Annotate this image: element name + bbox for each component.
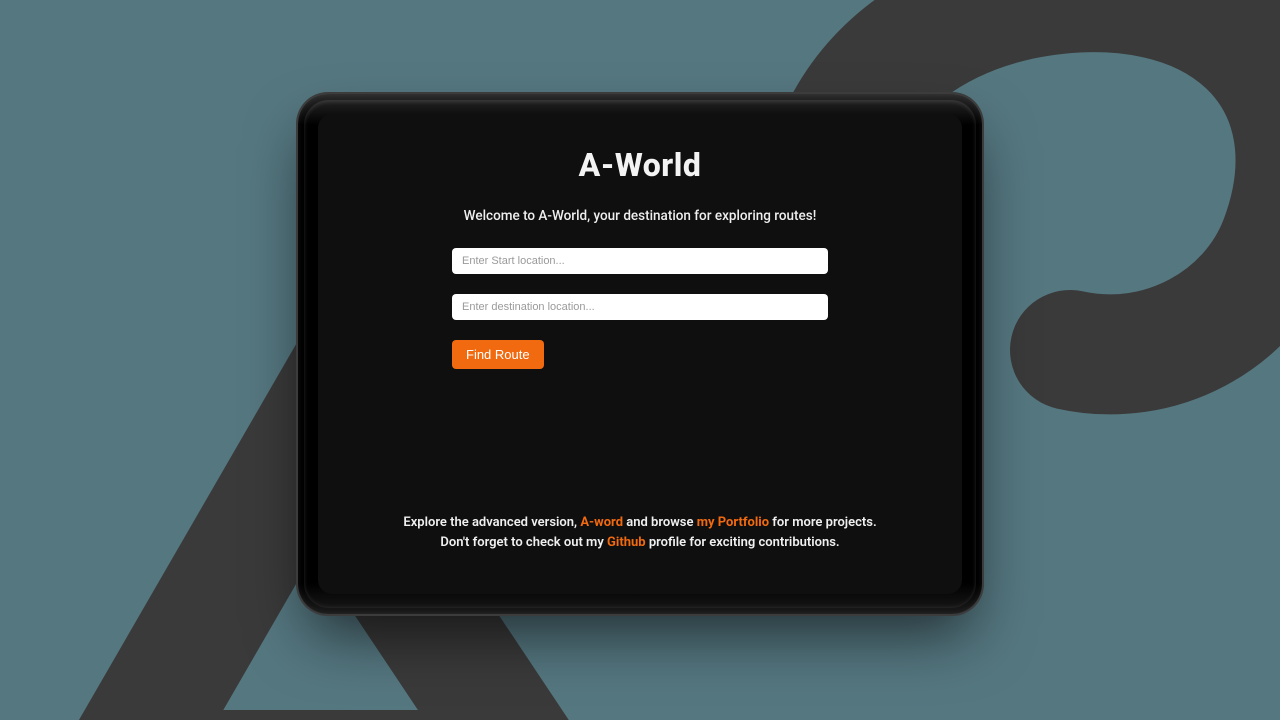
destination-location-input[interactable] (452, 294, 828, 320)
app-screen: A-World Welcome to A-World, your destina… (318, 114, 962, 594)
page-subtitle: Welcome to A-World, your destination for… (464, 208, 817, 224)
find-route-button[interactable]: Find Route (452, 340, 544, 369)
start-location-input[interactable] (452, 248, 828, 274)
footer-text-segment: and browse (623, 515, 697, 530)
link-aword[interactable]: A-word (580, 515, 623, 530)
link-github[interactable]: Github (607, 535, 646, 550)
footer-text-segment: for more projects. (769, 515, 877, 530)
page-title: A-World (579, 146, 702, 184)
footer-text-segment: Don't forget to check out my (440, 535, 607, 550)
tablet-frame: A-World Welcome to A-World, your destina… (298, 94, 982, 614)
footer-text-segment: Explore the advanced version, (403, 515, 580, 530)
link-portfolio[interactable]: my Portfolio (697, 515, 769, 530)
footer-text: Explore the advanced version, A-word and… (318, 513, 962, 552)
footer-text-segment: profile for exciting contributions. (646, 535, 840, 550)
route-form: Find Route (452, 248, 828, 369)
